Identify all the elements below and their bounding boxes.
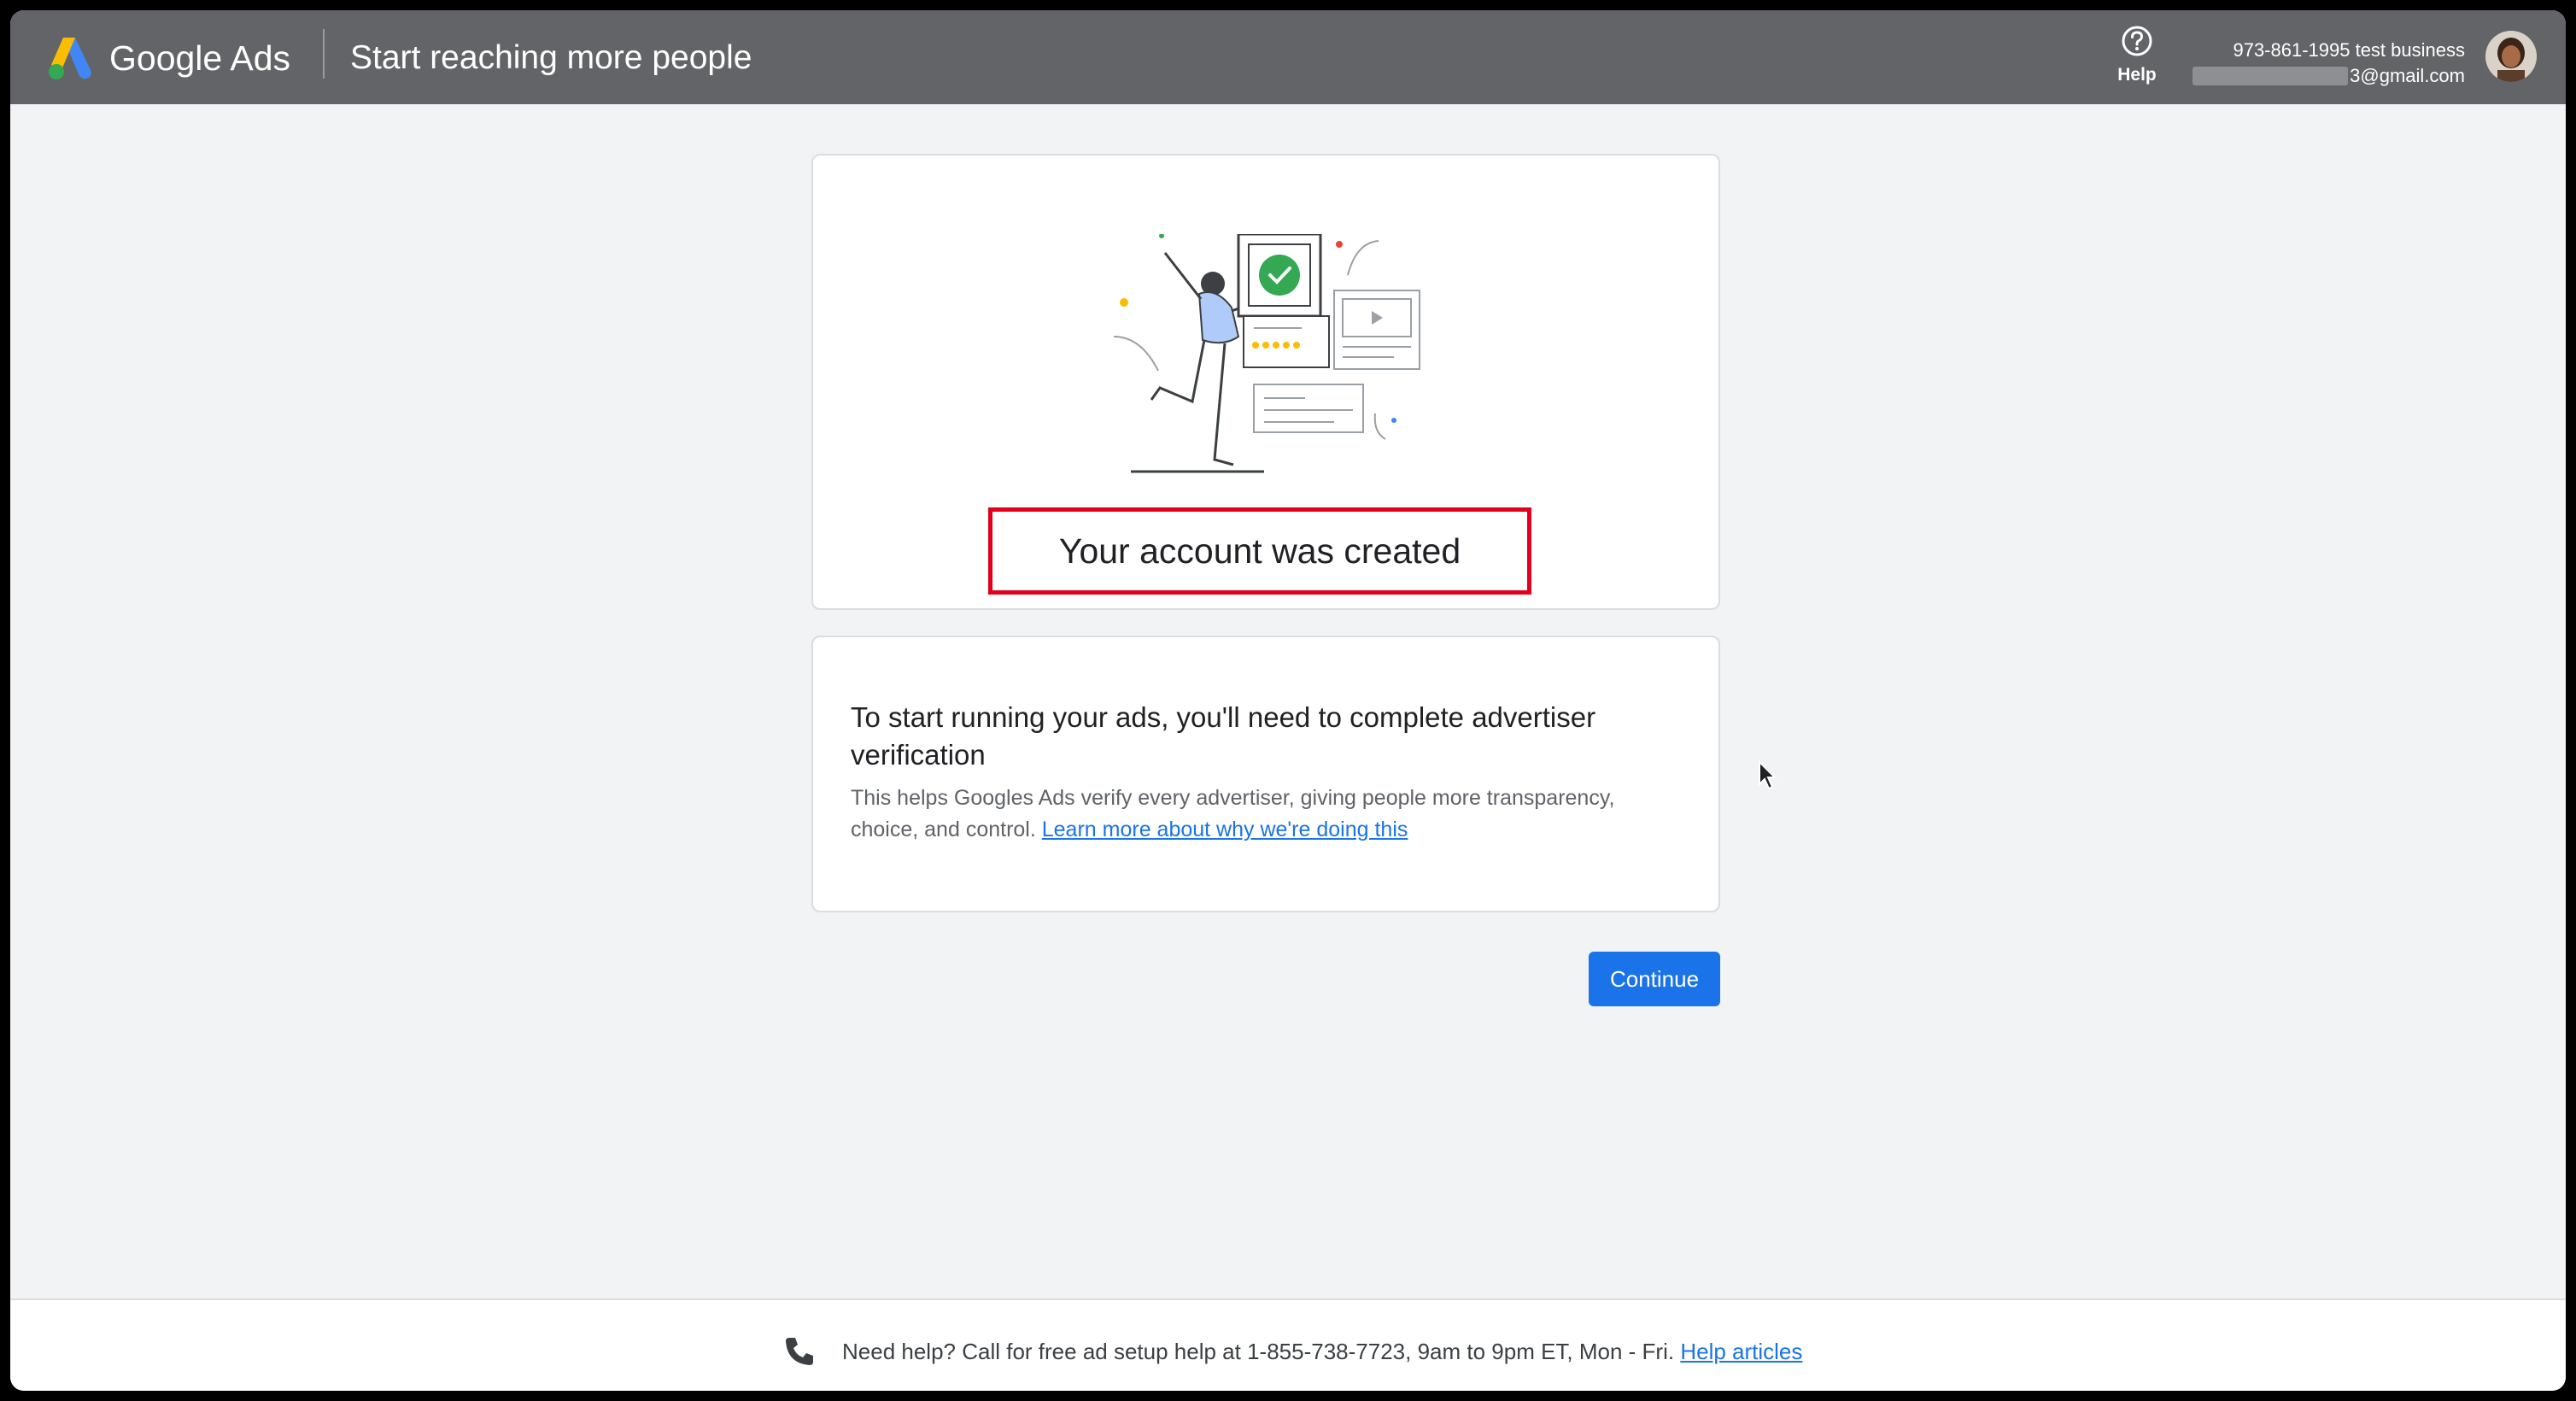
mouse-cursor-icon <box>1759 760 1777 790</box>
account-name: 973-861-1995 test business <box>2233 39 2465 61</box>
app-window: Google Ads Start reaching more people He… <box>10 10 2566 1391</box>
account-created-title: Your account was created <box>1058 531 1461 571</box>
phone-icon <box>786 1338 813 1365</box>
avatar[interactable] <box>2485 31 2537 82</box>
celebration-illustration <box>1113 234 1420 473</box>
footer-message: Need help? Call for free ad setup help a… <box>842 1339 1675 1364</box>
help-label: Help <box>2117 65 2157 85</box>
help-circle-icon <box>2122 26 2152 56</box>
page-title: Start reaching more people <box>350 39 752 76</box>
verification-description: This helps Googles Ads verify every adve… <box>851 783 1671 846</box>
header-divider <box>323 29 325 79</box>
help-articles-link[interactable]: Help articles <box>1680 1339 1802 1364</box>
account-email-text: 3@gmail.com <box>2350 65 2465 86</box>
footer-help-text: Need help? Call for free ad setup help a… <box>842 1333 1802 1370</box>
account-email: 3@gmail.com <box>2193 65 2465 87</box>
verification-heading: To start running your ads, you'll need t… <box>851 701 1596 771</box>
avatar-image <box>2485 31 2537 82</box>
verification-card: To start running your ads, you'll need t… <box>811 636 1720 912</box>
continue-button[interactable]: Continue <box>1589 952 1720 1006</box>
top-bar: Google Ads Start reaching more people He… <box>10 10 2566 104</box>
account-created-highlight: Your account was created <box>988 507 1531 595</box>
footer-help-bar: Need help? Call for free ad setup help a… <box>10 1298 2566 1391</box>
brand-google: Google <box>109 38 223 78</box>
email-redaction <box>2193 67 2349 85</box>
google-ads-logo-icon[interactable] <box>44 32 94 82</box>
help-button[interactable]: Help <box>2103 24 2171 92</box>
learn-more-link[interactable]: Learn more about why we're doing this <box>1042 818 1408 841</box>
brand-name: Google Ads <box>109 39 290 77</box>
brand-ads: Ads <box>230 38 291 78</box>
account-created-card: Your account was created <box>811 154 1720 610</box>
